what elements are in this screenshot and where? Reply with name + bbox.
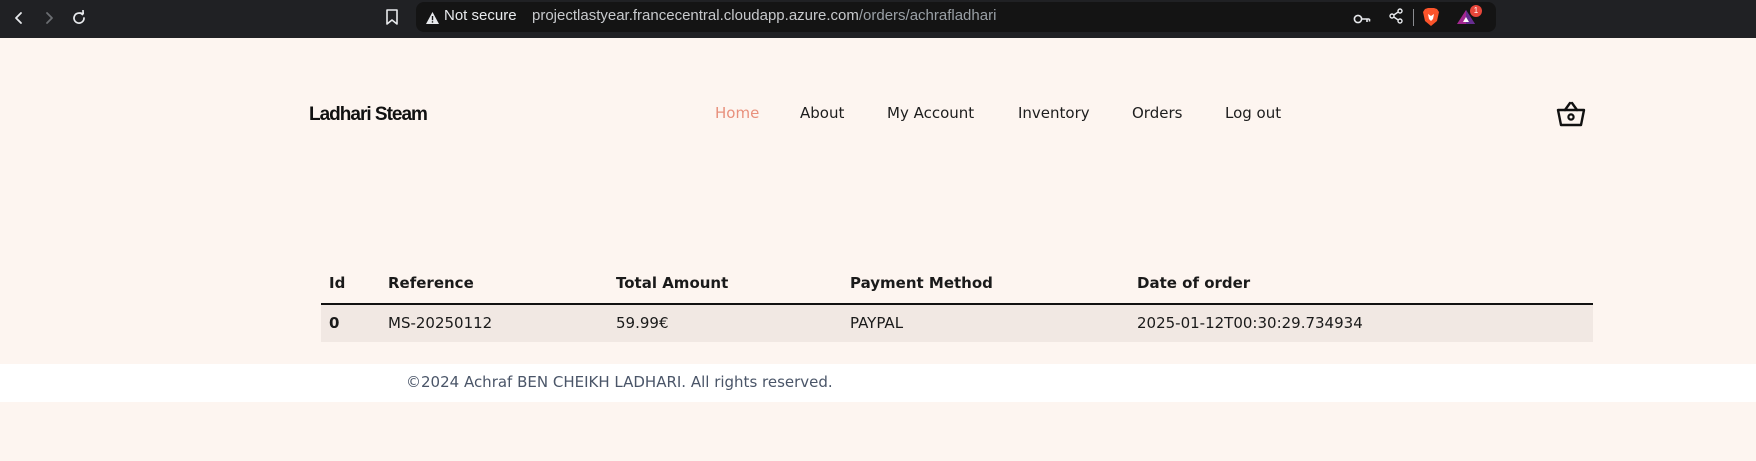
- cell-payment-method: PAYPAL: [850, 314, 904, 332]
- back-icon[interactable]: [8, 7, 30, 29]
- cell-date-of-order: 2025-01-12T00:30:29.734934: [1137, 314, 1363, 332]
- nav-item-about[interactable]: About: [800, 104, 844, 122]
- site-footer: ©2024 Achraf BEN CHEIKH LADHARI. All rig…: [0, 364, 1756, 402]
- column-header-date-of-order: Date of order: [1137, 274, 1251, 292]
- reload-icon[interactable]: [68, 7, 90, 29]
- toolbar-divider: [1413, 9, 1414, 26]
- cell-total-amount: 59.99€: [616, 314, 669, 332]
- nav-item-inventory[interactable]: Inventory: [1018, 104, 1090, 122]
- nav-item-home[interactable]: Home: [715, 104, 759, 122]
- column-header-payment-method: Payment Method: [850, 274, 993, 292]
- column-header-reference: Reference: [388, 274, 474, 292]
- nav-item-my-account[interactable]: My Account: [887, 104, 974, 122]
- orders-table: Id Reference Total Amount Payment Method…: [321, 264, 1593, 342]
- nav-item-orders[interactable]: Orders: [1132, 104, 1182, 122]
- table-header-row: Id Reference Total Amount Payment Method…: [321, 264, 1593, 305]
- copyright-text: ©2024 Achraf BEN CHEIKH LADHARI. All rig…: [406, 373, 833, 391]
- forward-icon[interactable]: [38, 7, 60, 29]
- table-row: 0 MS-20250112 59.99€ PAYPAL 2025-01-12T0…: [321, 305, 1593, 342]
- column-header-total-amount: Total Amount: [616, 274, 729, 292]
- url-text[interactable]: projectlastyear.francecentral.cloudapp.a…: [532, 7, 996, 24]
- cart-icon[interactable]: [1556, 101, 1586, 131]
- nav-item-log-out[interactable]: Log out: [1225, 104, 1281, 122]
- notification-badge: 1: [1470, 5, 1482, 17]
- key-icon[interactable]: [1353, 10, 1371, 29]
- share-icon[interactable]: [1388, 8, 1404, 28]
- security-label[interactable]: Not secure: [444, 7, 517, 24]
- warning-icon[interactable]: [425, 10, 440, 29]
- bookmark-icon[interactable]: [385, 8, 399, 30]
- brave-shield-icon[interactable]: [1422, 7, 1440, 31]
- browser-toolbar: Not secure projectlastyear.francecentral…: [0, 0, 1756, 38]
- cell-id: 0: [329, 314, 340, 332]
- site-logo[interactable]: Ladhari Steam: [309, 104, 428, 126]
- column-header-id: Id: [329, 274, 346, 292]
- cell-reference: MS-20250112: [388, 314, 493, 332]
